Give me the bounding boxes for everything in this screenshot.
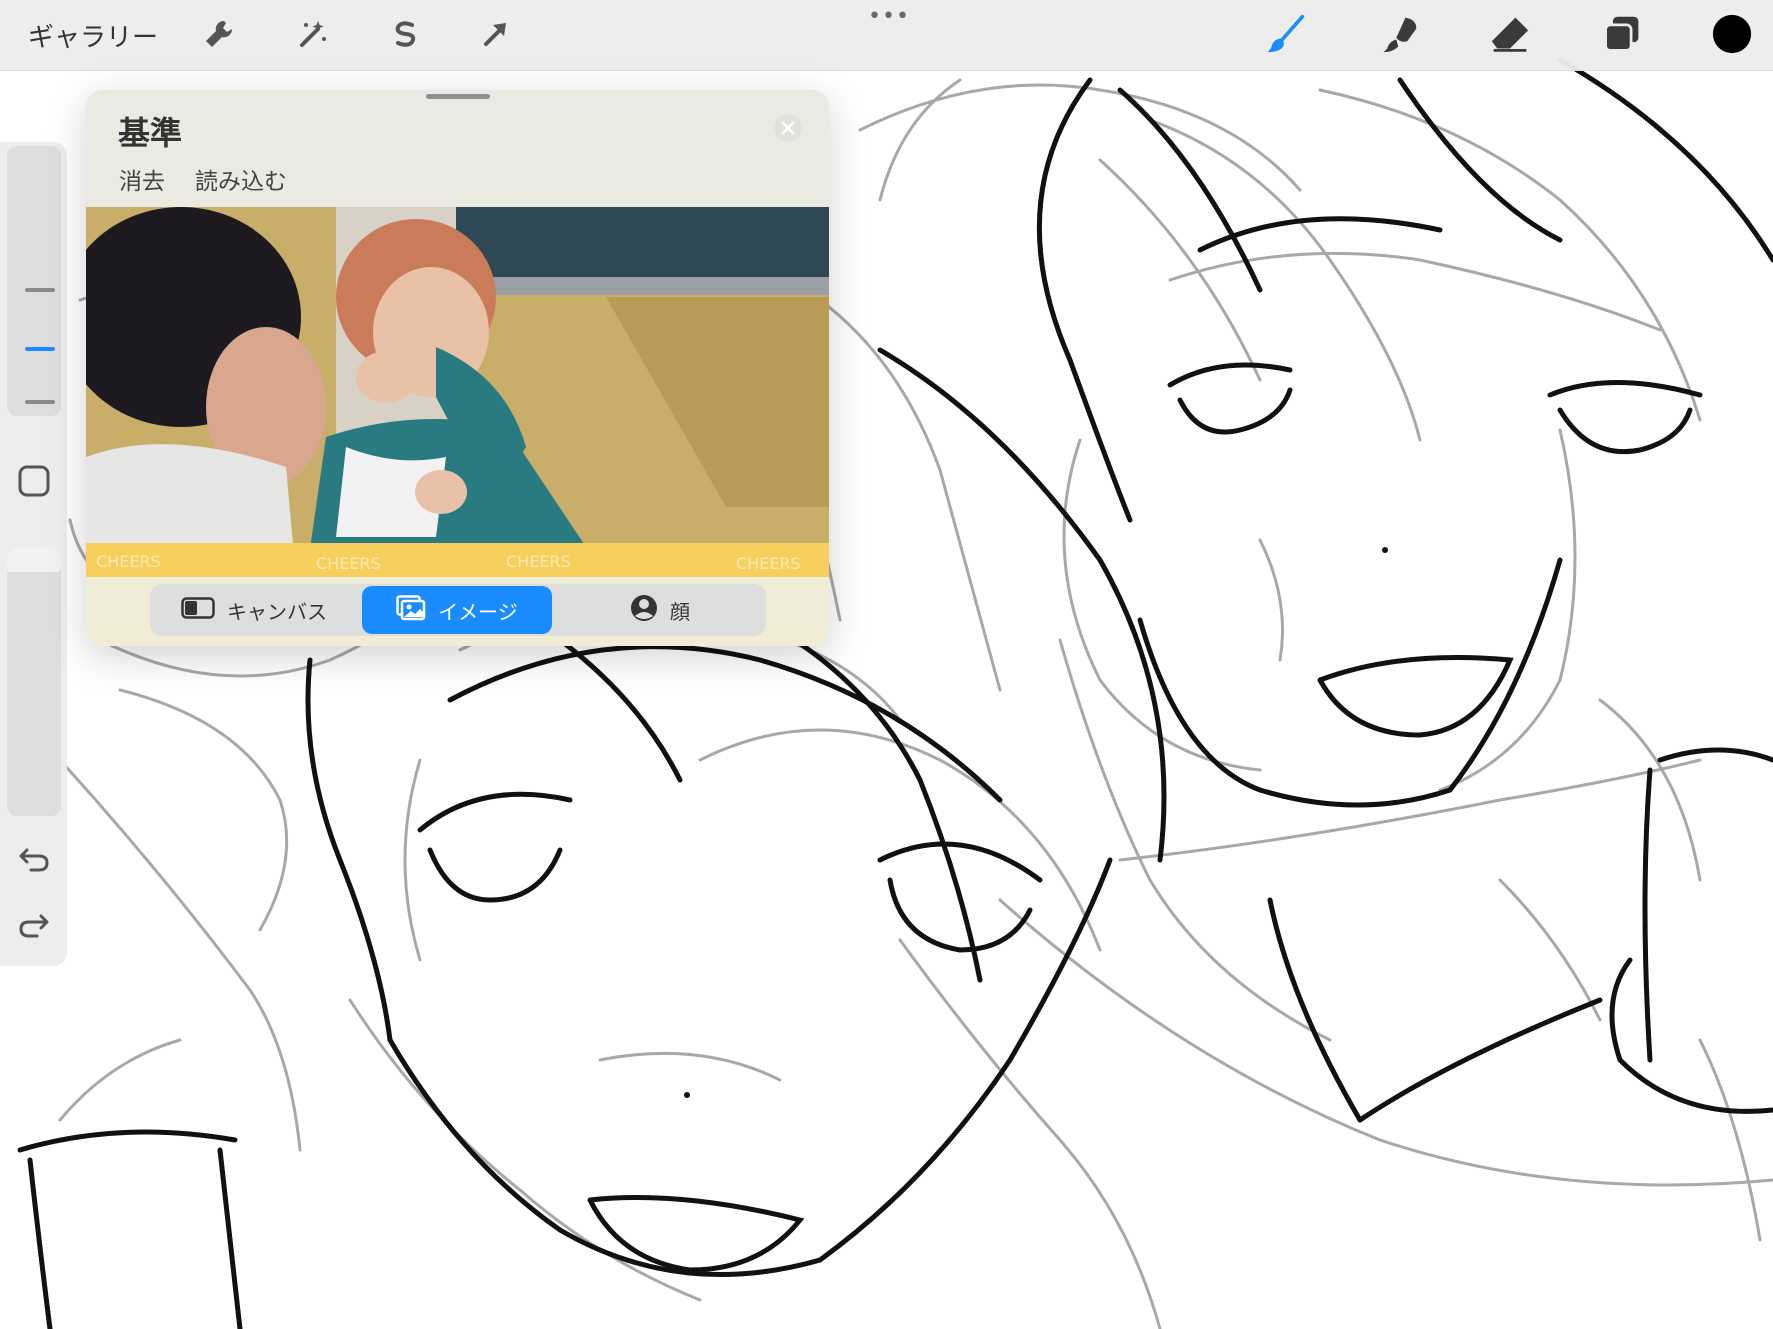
svg-text:CHEERS: CHEERS bbox=[96, 552, 161, 571]
magic-wand-icon[interactable] bbox=[293, 14, 333, 54]
undo-icon[interactable] bbox=[17, 842, 51, 876]
svg-text:CHEERS: CHEERS bbox=[506, 552, 571, 571]
tab-canvas-label: キャンバス bbox=[227, 599, 327, 624]
opacity-slider[interactable] bbox=[7, 548, 61, 816]
transform-arrow-icon[interactable] bbox=[476, 14, 516, 54]
color-swatch[interactable] bbox=[1712, 14, 1752, 54]
wrench-icon[interactable] bbox=[199, 14, 239, 54]
close-icon[interactable] bbox=[774, 114, 802, 142]
reference-photo: CHEERS CHEERS CHEERS CHEERS bbox=[86, 207, 829, 577]
selection-icon[interactable] bbox=[385, 14, 425, 54]
tab-canvas[interactable]: キャンバス bbox=[154, 586, 354, 634]
top-toolbar: ギャラリー ••• bbox=[0, 0, 1773, 71]
redo-icon[interactable] bbox=[17, 908, 51, 942]
smudge-icon[interactable] bbox=[1380, 14, 1420, 54]
eraser-icon[interactable] bbox=[1490, 14, 1530, 54]
svg-text:CHEERS: CHEERS bbox=[736, 554, 801, 573]
brush-icon[interactable] bbox=[1266, 14, 1306, 54]
reference-mode-tabs: キャンバス イメージ 顔 bbox=[150, 584, 766, 636]
tab-face-label: 顔 bbox=[670, 599, 690, 624]
reference-panel: 基準 消去 読み込む CHEERS CHEERS CHEERS CHEERS キ… bbox=[86, 90, 829, 646]
canvas-icon bbox=[181, 596, 215, 624]
layers-icon[interactable] bbox=[1602, 14, 1642, 54]
clear-button[interactable]: 消去 bbox=[119, 162, 165, 196]
procreate-app: ギャラリー ••• 基準 消去 読み込む CHEERS CHEERS CHEER… bbox=[0, 0, 1773, 1329]
modify-square-icon[interactable] bbox=[17, 464, 51, 498]
brush-size-slider[interactable] bbox=[7, 146, 61, 416]
tab-image[interactable]: イメージ bbox=[362, 586, 552, 634]
slider-tick bbox=[25, 400, 55, 404]
face-icon bbox=[630, 594, 658, 627]
opacity-handle[interactable] bbox=[7, 548, 61, 572]
tab-image-label: イメージ bbox=[438, 599, 518, 624]
brush-size-handle[interactable] bbox=[25, 347, 55, 351]
panel-drag-handle[interactable] bbox=[426, 94, 490, 99]
gallery-button[interactable]: ギャラリー bbox=[28, 17, 158, 54]
svg-text:CHEERS: CHEERS bbox=[316, 554, 381, 573]
left-sidebar bbox=[0, 142, 67, 966]
slider-tick bbox=[25, 288, 55, 292]
panel-title: 基準 bbox=[118, 114, 183, 152]
image-icon bbox=[396, 594, 426, 626]
tab-face[interactable]: 顔 bbox=[560, 586, 760, 634]
more-menu-handle[interactable]: ••• bbox=[868, 4, 909, 29]
import-button[interactable]: 読み込む bbox=[195, 162, 287, 196]
